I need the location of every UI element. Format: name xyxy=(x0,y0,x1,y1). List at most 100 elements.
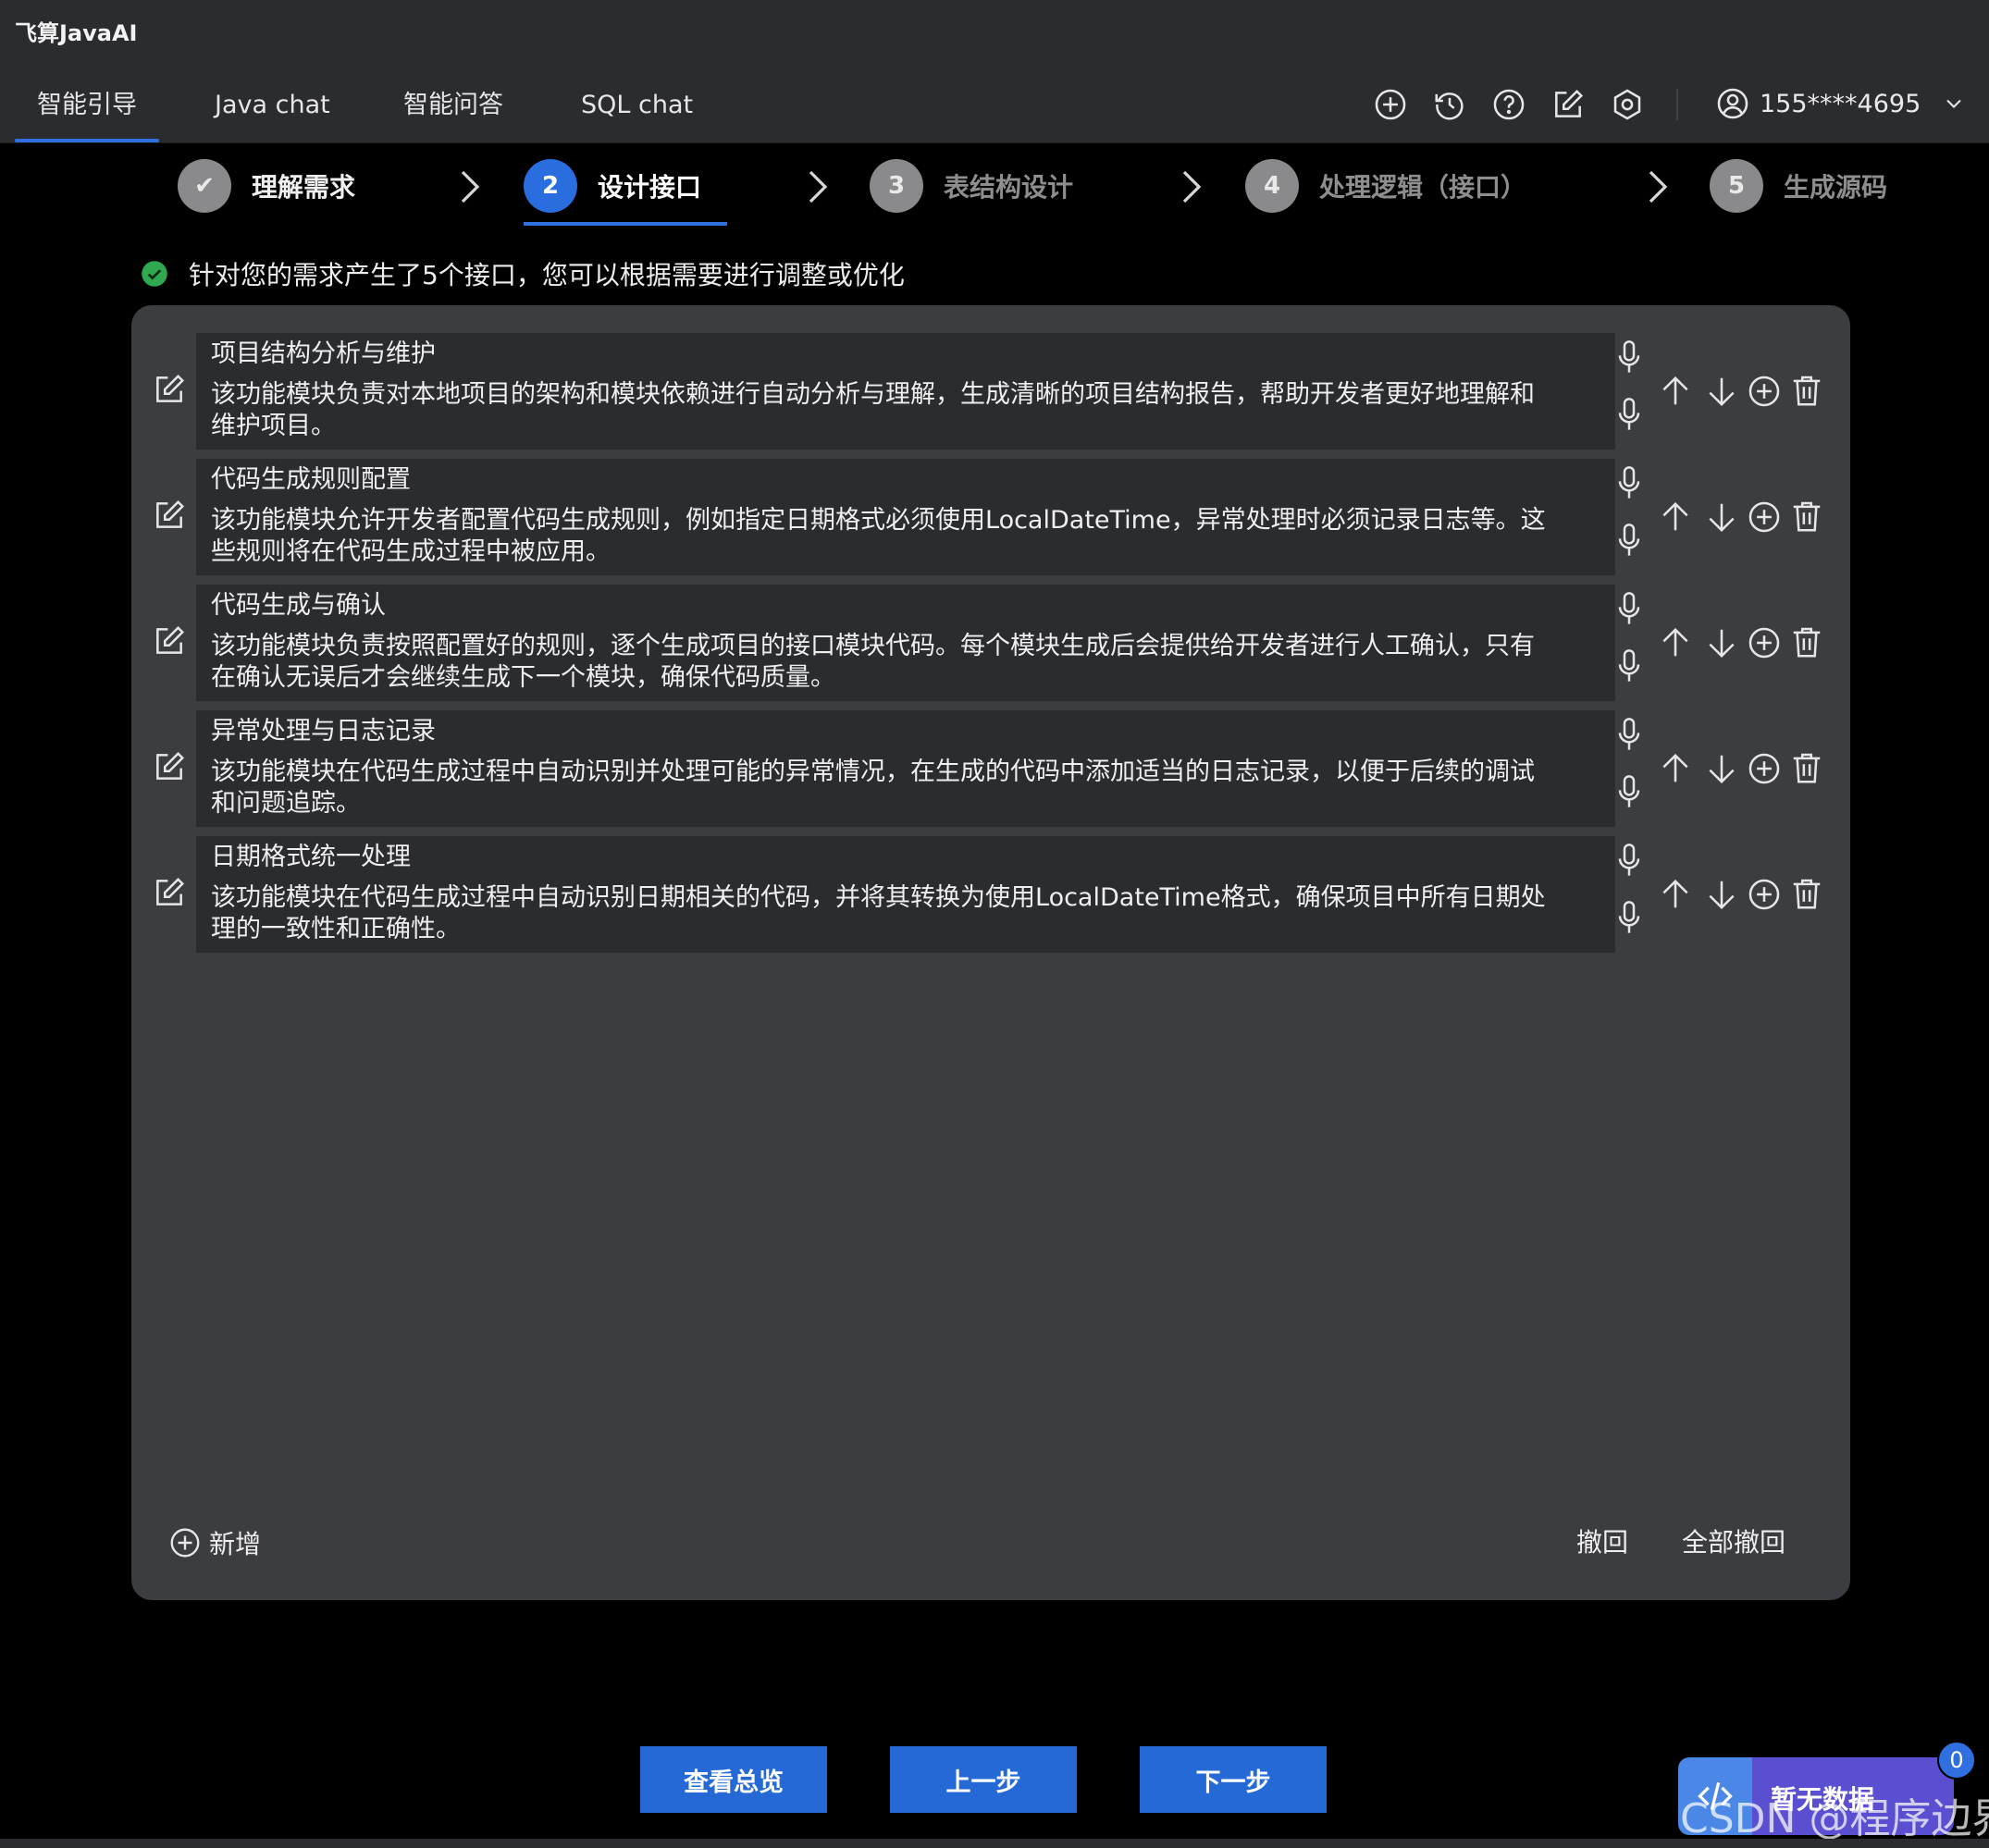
interface-item: 日期格式统一处理 该功能模块在代码生成过程中自动识别日期相关的代码，并将其转换为… xyxy=(131,836,1850,955)
mic-icon[interactable] xyxy=(1613,396,1645,433)
plus-circle-icon[interactable] xyxy=(1747,877,1782,912)
interface-title: 代码生成规则配置 xyxy=(211,465,411,494)
trash-icon[interactable] xyxy=(1789,877,1824,912)
arrow-down-icon[interactable] xyxy=(1704,499,1739,535)
help-icon[interactable] xyxy=(1491,87,1526,122)
interface-item: 代码生成与确认 该功能模块负责按照配置好的规则，逐个生成项目的接口模块代码。每个… xyxy=(131,585,1850,703)
interface-card[interactable]: 代码生成与确认 该功能模块负责按照配置好的规则，逐个生成项目的接口模块代码。每个… xyxy=(196,585,1615,701)
mic-icon[interactable] xyxy=(1613,899,1645,936)
interface-card[interactable]: 代码生成规则配置 该功能模块允许开发者配置代码生成规则，例如指定日期格式必须使用… xyxy=(196,459,1615,575)
settings-icon[interactable] xyxy=(1610,87,1645,122)
edit-icon[interactable] xyxy=(152,372,187,407)
arrow-down-icon[interactable] xyxy=(1704,625,1739,660)
mic-icon[interactable] xyxy=(1613,464,1645,501)
step-label: 设计接口 xyxy=(598,172,702,203)
step-process-logic[interactable]: 4 处理逻辑（接口） xyxy=(1245,154,1526,218)
arrow-up-icon[interactable] xyxy=(1658,751,1693,786)
trash-icon[interactable] xyxy=(1789,499,1824,535)
interface-list-panel: 项目结构分析与维护 该功能模块负责对本地项目的架构和模块依赖进行自动分析与理解，… xyxy=(131,305,1850,1600)
mic-icon[interactable] xyxy=(1613,716,1645,753)
step-number: 5 xyxy=(1710,159,1763,213)
edit-icon[interactable] xyxy=(152,749,187,784)
watermark: CSDN @程序边界 xyxy=(1680,1795,1989,1842)
check-circle-icon xyxy=(142,261,167,287)
step-table-design[interactable]: 3 表结构设计 xyxy=(870,154,1073,218)
undo-all-button[interactable]: 全部撤回 xyxy=(1682,1524,1785,1561)
description-line: 该功能模块允许开发者配置代码生成规则，例如指定日期格式必须使用LocalDate… xyxy=(211,506,1546,535)
interface-description: 该功能模块在代码生成过程中自动识别日期相关的代码，并将其转换为使用LocalDa… xyxy=(211,882,1600,945)
chevron-down-icon[interactable] xyxy=(1941,91,1967,117)
app-title: 飞算JavaAI xyxy=(15,20,138,46)
description-line: 该功能模块在代码生成过程中自动识别日期相关的代码，并将其转换为使用LocalDa… xyxy=(211,883,1546,912)
nav-divider xyxy=(1676,89,1678,120)
avatar-icon xyxy=(1717,88,1748,119)
arrow-up-icon[interactable] xyxy=(1658,499,1693,535)
description-line: 在确认无误后才会继续生成下一个模块，确保代码质量。 xyxy=(211,663,835,692)
edit-icon[interactable] xyxy=(1550,87,1586,122)
arrow-up-icon[interactable] xyxy=(1658,877,1693,912)
step-understand-requirements[interactable]: ✔ 理解需求 xyxy=(178,154,355,218)
description-line: 该功能模块负责对本地项目的架构和模块依赖进行自动分析与理解，生成清晰的项目结构报… xyxy=(211,380,1535,409)
plus-circle-icon[interactable] xyxy=(1747,751,1782,786)
step-indicator: ✔ 理解需求 2 设计接口 3 表结构设计 4 处理逻辑（接口） 5 生成源码 xyxy=(0,142,1989,231)
interface-card[interactable]: 项目结构分析与维护 该功能模块负责对本地项目的架构和模块依赖进行自动分析与理解，… xyxy=(196,333,1615,450)
tab-smart-guide[interactable]: 智能引导 xyxy=(15,61,159,142)
chevron-right-icon xyxy=(453,166,487,207)
view-overview-button[interactable]: 查看总览 xyxy=(640,1746,827,1813)
trash-icon[interactable] xyxy=(1789,625,1824,660)
plus-circle-icon[interactable] xyxy=(1747,374,1782,409)
description-line: 该功能模块负责按照配置好的规则，逐个生成项目的接口模块代码。每个模块生成后会提供… xyxy=(211,632,1535,660)
plus-circle-icon[interactable] xyxy=(1747,625,1782,660)
interface-item: 异常处理与日志记录 该功能模块在代码生成过程中自动识别并处理可能的异常情况，在生… xyxy=(131,710,1850,829)
description-line: 该功能模块在代码生成过程中自动识别并处理可能的异常情况，在生成的代码中添加适当的… xyxy=(211,758,1535,786)
step-number: 4 xyxy=(1245,159,1299,213)
add-item-label: 新增 xyxy=(209,1529,262,1559)
mic-icon[interactable] xyxy=(1613,339,1645,376)
mic-icon[interactable] xyxy=(1613,590,1645,627)
arrow-up-icon[interactable] xyxy=(1658,625,1693,660)
undo-button[interactable]: 撤回 xyxy=(1576,1524,1628,1561)
plus-circle-icon[interactable] xyxy=(1373,87,1408,122)
user-menu[interactable]: 155****4695 xyxy=(1715,85,1967,122)
mic-icon[interactable] xyxy=(1613,647,1645,684)
mic-icon[interactable] xyxy=(1613,842,1645,879)
mic-icon[interactable] xyxy=(1613,773,1645,810)
edit-icon[interactable] xyxy=(152,875,187,910)
interface-card[interactable]: 异常处理与日志记录 该功能模块在代码生成过程中自动识别并处理可能的异常情况，在生… xyxy=(196,710,1615,827)
interface-description: 该功能模块负责对本地项目的架构和模块依赖进行自动分析与理解，生成清晰的项目结构报… xyxy=(211,379,1600,442)
interface-title: 异常处理与日志记录 xyxy=(211,717,436,745)
interface-title: 代码生成与确认 xyxy=(211,591,386,620)
tab-sql-chat[interactable]: SQL chat xyxy=(581,61,693,142)
result-notice: 针对您的需求产生了5个接口，您可以根据需要进行调整或优化 xyxy=(141,255,905,292)
notice-text: 针对您的需求产生了5个接口，您可以根据需要进行调整或优化 xyxy=(189,260,905,290)
plus-circle-icon[interactable] xyxy=(1747,499,1782,535)
arrow-down-icon[interactable] xyxy=(1704,374,1739,409)
chevron-right-icon xyxy=(1175,166,1208,207)
interface-item: 项目结构分析与维护 该功能模块负责对本地项目的架构和模块依赖进行自动分析与理解，… xyxy=(131,333,1850,451)
plus-circle-icon xyxy=(170,1528,200,1558)
step-design-interface[interactable]: 2 设计接口 xyxy=(524,154,701,218)
trash-icon[interactable] xyxy=(1789,374,1824,409)
arrow-up-icon[interactable] xyxy=(1658,374,1693,409)
edit-icon[interactable] xyxy=(152,498,187,533)
description-line: 维护项目。 xyxy=(211,412,336,440)
prev-step-button[interactable]: 上一步 xyxy=(890,1746,1077,1813)
user-phone: 155****4695 xyxy=(1760,89,1921,118)
interface-title: 项目结构分析与维护 xyxy=(211,339,436,368)
add-item-button[interactable]: 新增 xyxy=(168,1524,261,1561)
next-step-button[interactable]: 下一步 xyxy=(1140,1746,1327,1813)
edit-icon[interactable] xyxy=(152,623,187,659)
mic-icon[interactable] xyxy=(1613,522,1645,559)
description-line: 理的一致性和正确性。 xyxy=(211,915,461,943)
arrow-down-icon[interactable] xyxy=(1704,751,1739,786)
trash-icon[interactable] xyxy=(1789,751,1824,786)
step-generate-source[interactable]: 5 生成源码 xyxy=(1710,154,1887,218)
tab-smart-qa[interactable]: 智能问答 xyxy=(403,61,503,142)
description-line: 和问题追踪。 xyxy=(211,789,361,818)
interface-card[interactable]: 日期格式统一处理 该功能模块在代码生成过程中自动识别日期相关的代码，并将其转换为… xyxy=(196,836,1615,953)
arrow-down-icon[interactable] xyxy=(1704,877,1739,912)
tab-java-chat[interactable]: Java chat xyxy=(215,61,330,142)
history-icon[interactable] xyxy=(1432,87,1467,122)
step-number: 3 xyxy=(870,159,923,213)
step-done-check: ✔ xyxy=(178,159,231,213)
